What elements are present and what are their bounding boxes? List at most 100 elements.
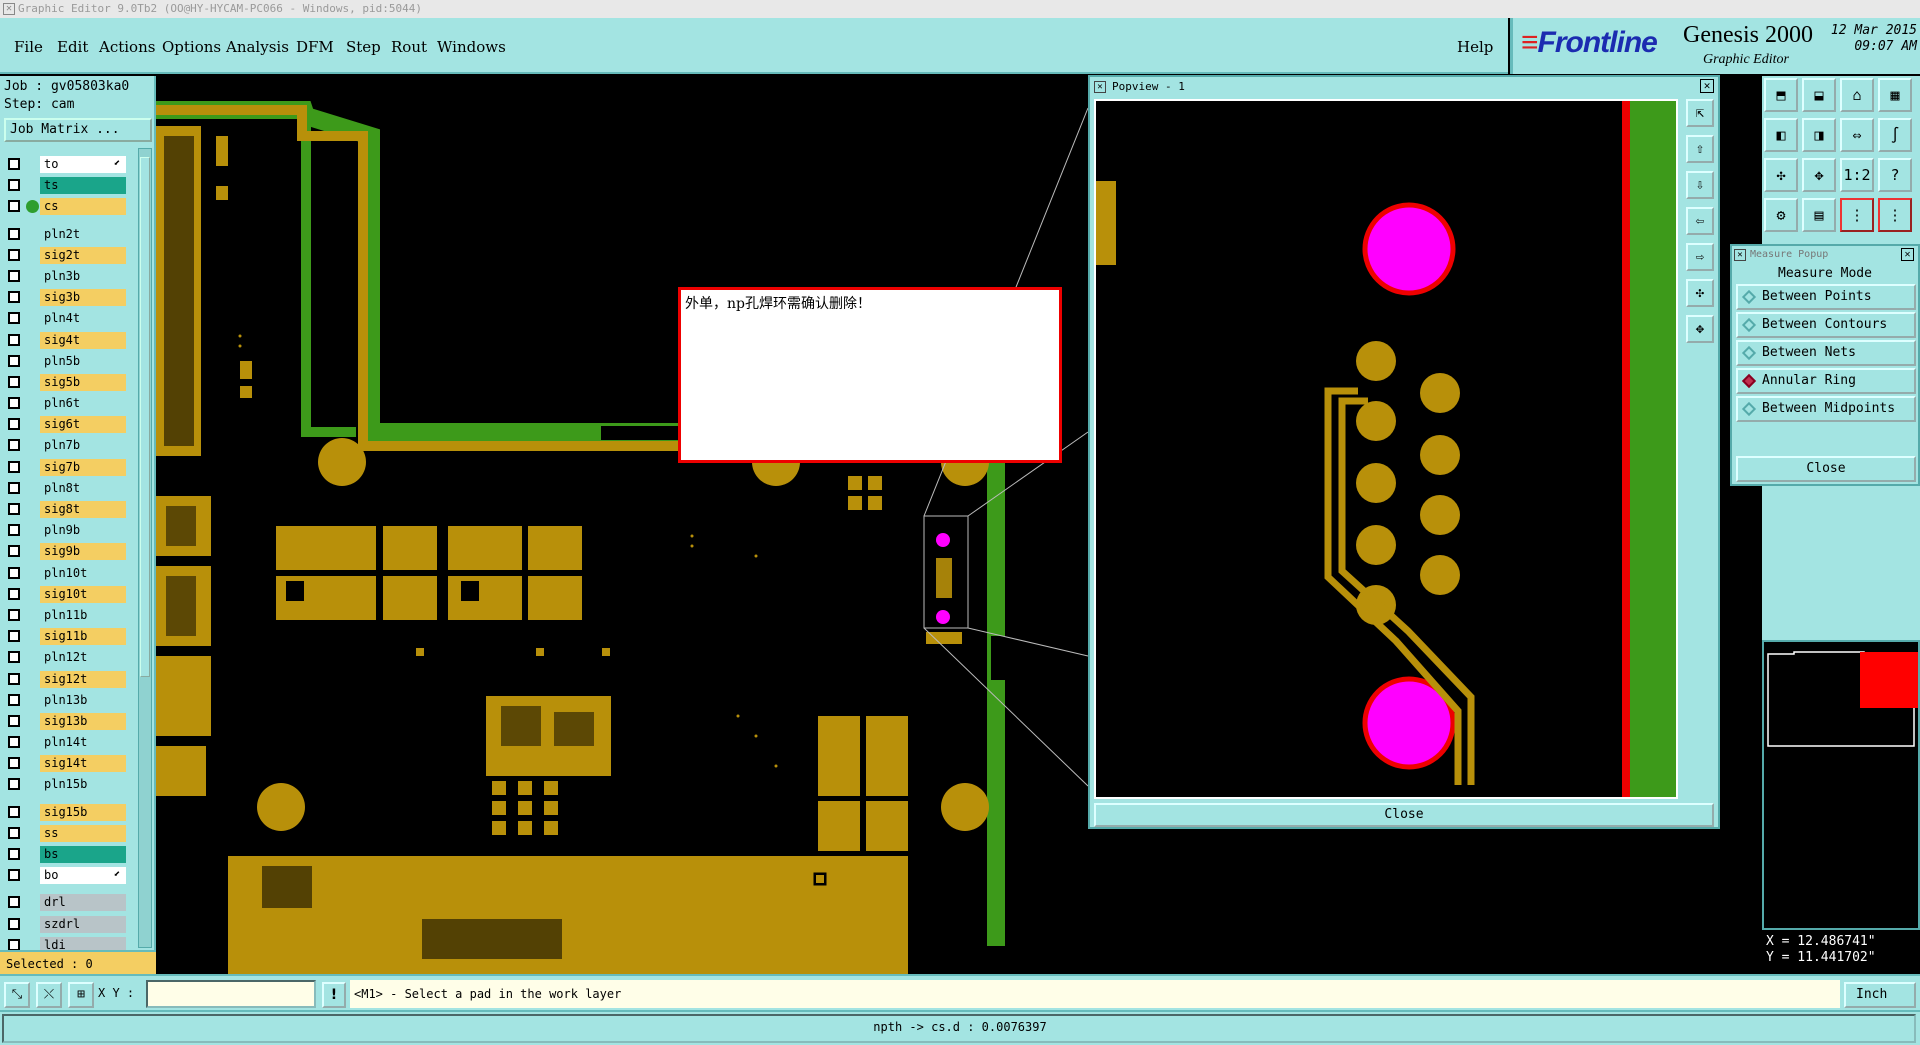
layer-checkbox[interactable] [8, 481, 20, 494]
tool-help-icon[interactable]: ? [1878, 158, 1912, 192]
layer-row-pln13b[interactable]: pln13b [4, 690, 126, 711]
layer-row-sig15b[interactable]: sig15b [4, 802, 126, 823]
popview-viewport[interactable] [1094, 99, 1678, 799]
layer-row-to[interactable]: to ⬋ [4, 154, 126, 175]
layer-checkbox[interactable] [8, 736, 20, 749]
layer-row-sig2t[interactable]: sig2t [4, 245, 126, 266]
layer-row-sig5b[interactable]: sig5b [4, 372, 126, 393]
layer-row-sig14t[interactable]: sig14t [4, 753, 126, 774]
layer-name[interactable]: pln13b [40, 691, 126, 709]
layer-row-szdrl[interactable]: szdrl [4, 914, 126, 935]
layer-checkbox[interactable] [8, 333, 20, 346]
layer-checkbox[interactable] [8, 896, 20, 909]
layer-name[interactable]: pln3b [40, 267, 126, 285]
measure-option-between-nets[interactable]: Between Nets [1736, 340, 1916, 366]
popview-close-icon[interactable]: ✕ [1700, 79, 1714, 93]
layer-name[interactable]: sig6t [40, 416, 126, 434]
grid-tool-icon[interactable]: ⊞ [68, 982, 94, 1008]
layer-row-pln4t[interactable]: pln4t [4, 308, 126, 329]
layer-row-cs[interactable]: cs [4, 196, 126, 217]
layer-row-pln3b[interactable]: pln3b [4, 266, 126, 287]
layer-row-bo[interactable]: bo ⬋ [4, 865, 126, 886]
layer-row-sig10t[interactable]: sig10t [4, 584, 126, 605]
layer-checkbox[interactable] [8, 651, 20, 664]
layer-checkbox[interactable] [8, 778, 20, 791]
layer-row-drl[interactable]: drl [4, 892, 126, 913]
xy-input[interactable] [146, 980, 316, 1008]
layer-checkbox[interactable] [8, 439, 20, 452]
tool-zoom-in-icon[interactable]: ✥ [1802, 158, 1836, 192]
layer-row-ss[interactable]: ss [4, 823, 126, 844]
tool-mirror-icon[interactable]: ⇔ [1840, 118, 1874, 152]
measure-close-icon[interactable]: ✕ [1901, 248, 1914, 261]
alert-icon[interactable]: ! [322, 982, 346, 1008]
layer-checkbox[interactable] [8, 354, 20, 367]
layer-checkbox[interactable] [8, 630, 20, 643]
tool-net-highlight-icon[interactable]: ⋮ [1840, 198, 1874, 232]
layer-row-pln8t[interactable]: pln8t [4, 478, 126, 499]
layer-name[interactable]: pln2t [40, 225, 126, 243]
layer-name[interactable]: bs [40, 846, 126, 863]
measure-titlebar[interactable]: ✕ Measure Popup ✕ [1732, 246, 1918, 264]
layer-checkbox[interactable] [8, 418, 20, 431]
layer-name[interactable]: cs [40, 198, 126, 216]
layer-row-sig4t[interactable]: sig4t [4, 330, 126, 351]
layer-name[interactable]: sig14t [40, 755, 126, 773]
layer-checkbox[interactable] [8, 587, 20, 600]
layer-name[interactable]: sig2t [40, 246, 126, 264]
layer-name[interactable]: pln11b [40, 606, 126, 624]
tool-grid-icon[interactable]: ▦ [1878, 78, 1912, 112]
tool-zoom-home-icon[interactable]: ⬒ [1764, 78, 1798, 112]
layer-row-pln10t[interactable]: pln10t [4, 563, 126, 584]
layer-row-pln5b[interactable]: pln5b [4, 351, 126, 372]
layer-name[interactable]: pln9b [40, 522, 126, 540]
layer-name[interactable]: pln6t [40, 395, 126, 413]
layer-name[interactable]: pln10t [40, 564, 126, 582]
layer-row-pln2t[interactable]: pln2t [4, 224, 126, 245]
layer-name[interactable]: pln4t [40, 310, 126, 328]
layer-row-pln6t[interactable]: pln6t [4, 393, 126, 414]
layer-name[interactable]: sig10t [40, 585, 126, 603]
layer-checkbox[interactable] [8, 545, 20, 558]
popview-titlebar[interactable]: ✕ Popview - 1 ✕ [1090, 77, 1718, 97]
window-titlebar[interactable]: ✕ Graphic Editor 9.0Tb2 (OO@HY-HYCAM-PC0… [0, 0, 1920, 18]
menu-rout[interactable]: Rout [391, 38, 427, 56]
layer-name[interactable]: sig8t [40, 501, 126, 518]
tool-scale-icon[interactable]: 1:2 [1840, 158, 1874, 192]
layer-checkbox[interactable] [8, 503, 20, 515]
layer-row-sig12t[interactable]: sig12t [4, 669, 126, 690]
popview-tool-pan-up-icon[interactable]: ⇧ [1686, 135, 1714, 163]
popview-tool-zoom-in-icon[interactable]: ✣ [1686, 279, 1714, 307]
layer-checkbox[interactable] [8, 269, 20, 282]
layer-row-sig7b[interactable]: sig7b [4, 457, 126, 478]
layer-name[interactable]: pln7b [40, 437, 126, 455]
layer-scrollbar[interactable] [138, 148, 152, 948]
layer-checkbox[interactable] [8, 312, 20, 325]
menu-analysis[interactable]: Analysis [226, 38, 289, 56]
layer-name[interactable]: pln12t [40, 649, 126, 667]
layer-row-sig3b[interactable]: sig3b [4, 287, 126, 308]
layer-checkbox[interactable] [8, 158, 20, 170]
measure-option-between-points[interactable]: Between Points [1736, 284, 1916, 310]
menu-actions[interactable]: Actions [99, 38, 155, 56]
layer-checkbox[interactable] [8, 938, 20, 951]
tool-home-icon[interactable]: ⌂ [1840, 78, 1874, 112]
layer-name[interactable]: pln15b [40, 776, 126, 794]
layer-checkbox[interactable] [8, 714, 20, 727]
tool-zoom-fit-icon[interactable]: ✣ [1764, 158, 1798, 192]
job-matrix-button[interactable]: Job Matrix ... [4, 118, 152, 142]
tool-net-trace-icon[interactable]: ⋮ [1878, 198, 1912, 232]
layer-row-pln11b[interactable]: pln11b [4, 605, 126, 626]
layer-row-pln12t[interactable]: pln12t [4, 647, 126, 668]
layer-name[interactable]: szdrl [40, 915, 126, 933]
menu-help[interactable]: Help [1457, 38, 1493, 56]
layer-name[interactable]: sig5b [40, 373, 126, 391]
menu-dfm[interactable]: DFM [296, 38, 334, 56]
popview-tool-zoom-out-icon[interactable]: ✥ [1686, 315, 1714, 343]
unit-selector[interactable]: Inch [1844, 982, 1916, 1008]
layer-row-pln15b[interactable]: pln15b [4, 774, 126, 795]
layer-name[interactable]: sig3b [40, 289, 126, 307]
layer-row-sig13b[interactable]: sig13b [4, 711, 126, 732]
layer-checkbox[interactable] [8, 672, 20, 685]
layer-name[interactable]: sig15b [40, 803, 126, 821]
